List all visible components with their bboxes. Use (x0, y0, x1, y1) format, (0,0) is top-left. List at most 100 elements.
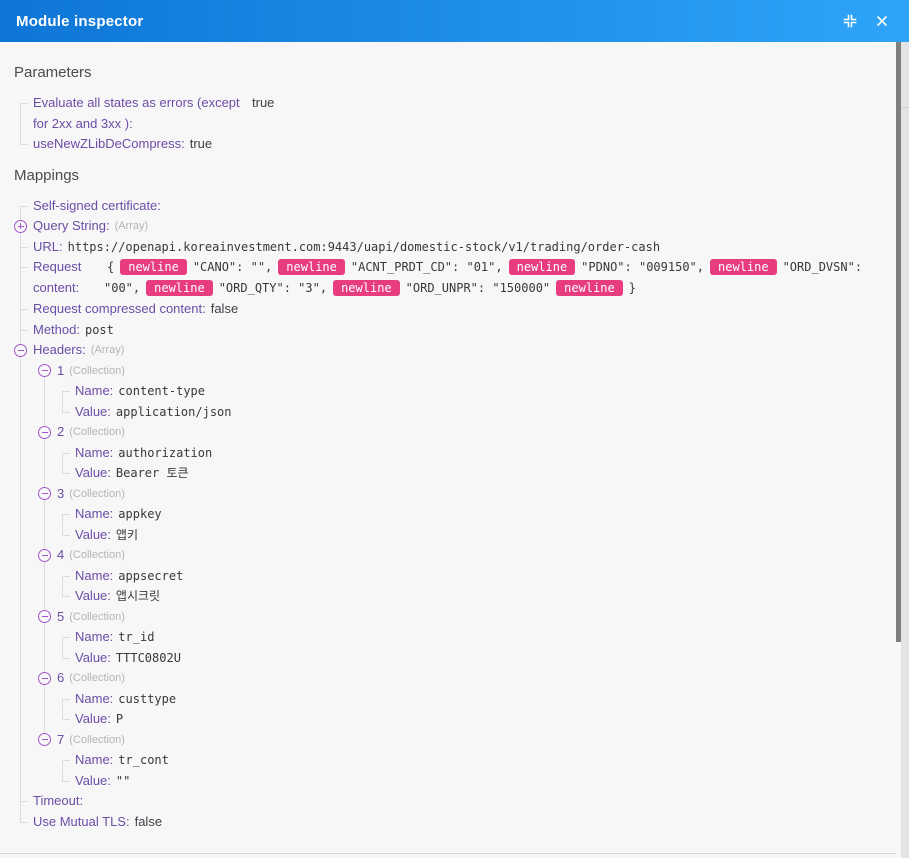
type-annotation: (Collection) (69, 484, 125, 505)
tree-row: Request content:{newline"CANO": "",newli… (14, 257, 886, 299)
type-annotation: (Array) (115, 216, 149, 237)
tree-item: URL:https://openapi.koreainvestment.com:… (14, 237, 886, 258)
module-inspector-window: Module inspector ParametersEvaluate all … (0, 0, 909, 858)
tree-row: Query String:(Array) (14, 216, 886, 237)
tree-row: Name:tr_id (56, 627, 886, 648)
close-icon[interactable] (869, 8, 895, 34)
scrollbar-thumb[interactable] (896, 42, 901, 642)
tree-row: 1(Collection) (38, 361, 886, 382)
tree-row: Value:application/json (56, 402, 886, 423)
item-label: Timeout: (33, 791, 83, 812)
tree-row: Value:TTTC0802U (56, 648, 886, 669)
tree-row: Value:P (56, 709, 886, 730)
tree-item: Value:P (56, 709, 886, 730)
item-label: Method: (33, 320, 80, 341)
tree-branch: 1(Collection)Name:content-typeValue:appl… (38, 361, 886, 792)
newline-badge: newline (710, 259, 777, 275)
item-value: content-type (118, 381, 205, 402)
item-value: false (135, 812, 162, 833)
tree-branch: Name:appkeyValue:앱키 (56, 504, 886, 545)
tree-item: Request content:{newline"CANO": "",newli… (14, 257, 886, 299)
item-label: Name: (75, 689, 113, 710)
item-value: custtype (118, 689, 176, 710)
collapse-icon[interactable] (837, 8, 863, 34)
tree-branch: Name:tr_contValue:"" (56, 750, 886, 791)
section-heading: Mappings (14, 167, 886, 184)
tree-branch: Name:tr_idValue:TTTC0802U (56, 627, 886, 668)
newline-badge: newline (278, 259, 345, 275)
collapse-icon[interactable] (38, 672, 51, 685)
gutter-divider (901, 107, 909, 108)
collapse-icon[interactable] (38, 549, 51, 562)
value-segment: "ACNT_PRDT_CD": "01", (351, 260, 503, 274)
type-annotation: (Collection) (69, 361, 125, 382)
tree-row: 4(Collection) (38, 545, 886, 566)
item-label: Value: (75, 402, 111, 423)
tree-row: URL:https://openapi.koreainvestment.com:… (14, 237, 886, 258)
tree-item: 4(Collection)Name:appsecretValue:앱시크릿 (38, 545, 886, 607)
value-segment: "ORD_UNPR": "150000" (406, 281, 551, 295)
tree-item: Name:tr_cont (56, 750, 886, 771)
type-annotation: (Collection) (69, 607, 125, 628)
item-label: 2 (57, 422, 64, 443)
tree-item: Value:Bearer 토큰 (56, 463, 886, 484)
tree-item: Timeout: (14, 791, 886, 812)
item-label: useNewZLibDeCompress: (33, 134, 185, 155)
item-label: 1 (57, 361, 64, 382)
expand-icon[interactable] (14, 220, 27, 233)
tree-row: Evaluate all states as errors (except fo… (14, 93, 886, 134)
item-label: Name: (75, 443, 113, 464)
collapse-icon[interactable] (38, 364, 51, 377)
item-label: Headers: (33, 340, 86, 361)
tree-branch: Name:appsecretValue:앱시크릿 (56, 566, 886, 607)
tree-item: 2(Collection)Name:authorizationValue:Bea… (38, 422, 886, 484)
item-label: Value: (75, 771, 111, 792)
item-value: false (211, 299, 238, 320)
tree-item: Evaluate all states as errors (except fo… (14, 93, 886, 134)
item-label: 3 (57, 484, 64, 505)
tree-item: Name:tr_id (56, 627, 886, 648)
newline-badge: newline (556, 280, 623, 296)
tree-row: Value:Bearer 토큰 (56, 463, 886, 484)
tree-row: 3(Collection) (38, 484, 886, 505)
tree-item: Self-signed certificate: (14, 196, 886, 217)
collapse-icon[interactable] (38, 733, 51, 746)
section-heading: Parameters (14, 64, 886, 81)
item-value: appkey (118, 504, 161, 525)
item-label: Request compressed content: (33, 299, 206, 320)
tree-item: Query String:(Array) (14, 216, 886, 237)
tree-item: Name:custtype (56, 689, 886, 710)
item-value: P (116, 709, 123, 730)
item-label: Name: (75, 381, 113, 402)
collapse-icon[interactable] (38, 610, 51, 623)
item-label: Value: (75, 586, 111, 607)
tree-item: Use Mutual TLS:false (14, 812, 886, 833)
collapse-icon[interactable] (38, 487, 51, 500)
tree-row: Value:"" (56, 771, 886, 792)
tree-item: Value:application/json (56, 402, 886, 423)
collapse-icon[interactable] (14, 344, 27, 357)
tree-row: Name:content-type (56, 381, 886, 402)
value-segment: { (107, 260, 114, 274)
item-label: Self-signed certificate: (33, 196, 161, 217)
item-label: Value: (75, 463, 111, 484)
tree-item: Name:appkey (56, 504, 886, 525)
tree-row: Self-signed certificate: (14, 196, 886, 217)
item-value: post (85, 320, 114, 341)
tree-row: 7(Collection) (38, 730, 886, 751)
tree-row: Value:앱시크릿 (56, 586, 886, 607)
tree-item: 7(Collection)Name:tr_contValue:"" (38, 730, 886, 792)
item-label: Value: (75, 525, 111, 546)
tree-row: Name:tr_cont (56, 750, 886, 771)
tree-row: 5(Collection) (38, 607, 886, 628)
scrollbar-track[interactable] (901, 42, 909, 858)
item-value: {newline"CANO": "",newline"ACNT_PRDT_CD"… (104, 257, 886, 299)
tree-row: Value:앱키 (56, 525, 886, 546)
tree-root: Evaluate all states as errors (except fo… (14, 93, 886, 155)
tree-row: Headers:(Array) (14, 340, 886, 361)
collapse-icon[interactable] (38, 426, 51, 439)
item-label: URL: (33, 237, 63, 258)
item-value: tr_id (118, 627, 154, 648)
item-label: Name: (75, 566, 113, 587)
item-value: true (252, 93, 274, 114)
